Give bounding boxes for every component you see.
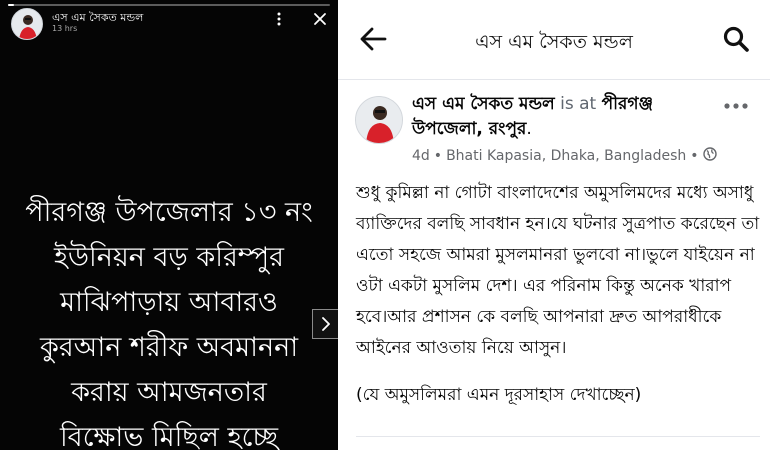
story-viewer: এস এম সৈকত মন্ডল 13 hrs পীরগঞ্জ উপজেলার … xyxy=(0,0,338,450)
post-header: এস এম সৈকত মন্ডল is at পীরগঞ্জ উপজেলা, র… xyxy=(412,92,712,142)
meta-separator: • xyxy=(433,148,443,164)
story-timestamp: 13 hrs xyxy=(52,24,78,33)
story-text: পীরগঞ্জ উপজেলার ১৩ নং ইউনিয়ন বড় করিম্প… xyxy=(25,197,313,450)
story-progress-fill xyxy=(8,4,15,6)
top-bar-divider xyxy=(338,79,770,80)
is-at-text: is at xyxy=(560,94,597,114)
page-title: এস এম সৈকত মন্ডল xyxy=(475,31,633,53)
post-view: এস এম সৈকত মন্ডল এস এম সৈকত মন্ডল is at … xyxy=(338,0,770,450)
meta-separator: • xyxy=(690,148,699,164)
post-meta: 4d • Bhati Kapasia, Dhaka, Bangladesh • xyxy=(412,147,717,165)
vertical-dots-icon[interactable] xyxy=(270,10,288,28)
top-bar: এস এম সৈকত মন্ডল xyxy=(338,0,770,80)
post-author-avatar[interactable] xyxy=(355,96,403,144)
avatar-photo-icon xyxy=(12,9,42,39)
post-paragraph: (যে অমুসলিমরা এমন দূরসাহাস দেখাচ্ছেন) xyxy=(356,385,642,405)
post-body: শুধু কুমিল্লা না গোটা বাংলাদেশের অমুসলিম… xyxy=(356,178,760,427)
post-location[interactable]: Bhati Kapasia, Dhaka, Bangladesh xyxy=(446,148,686,164)
close-icon[interactable] xyxy=(312,11,328,27)
post-divider xyxy=(356,436,760,437)
post-paragraph: শুধু কুমিল্লা না গোটা বাংলাদেশের অমুসলিম… xyxy=(356,183,760,358)
post-time[interactable]: 4d xyxy=(412,148,430,164)
chevron-right-icon[interactable] xyxy=(312,309,338,339)
post-header-period: . xyxy=(526,119,532,139)
post-author-name[interactable]: এস এম সৈকত মন্ডল xyxy=(412,94,555,114)
story-author-avatar[interactable] xyxy=(11,8,43,40)
search-icon[interactable] xyxy=(722,25,750,53)
avatar-photo-icon xyxy=(356,97,402,143)
globe-icon xyxy=(702,147,717,165)
horizontal-dots-icon[interactable] xyxy=(723,96,749,110)
story-progress-bar xyxy=(8,4,330,6)
